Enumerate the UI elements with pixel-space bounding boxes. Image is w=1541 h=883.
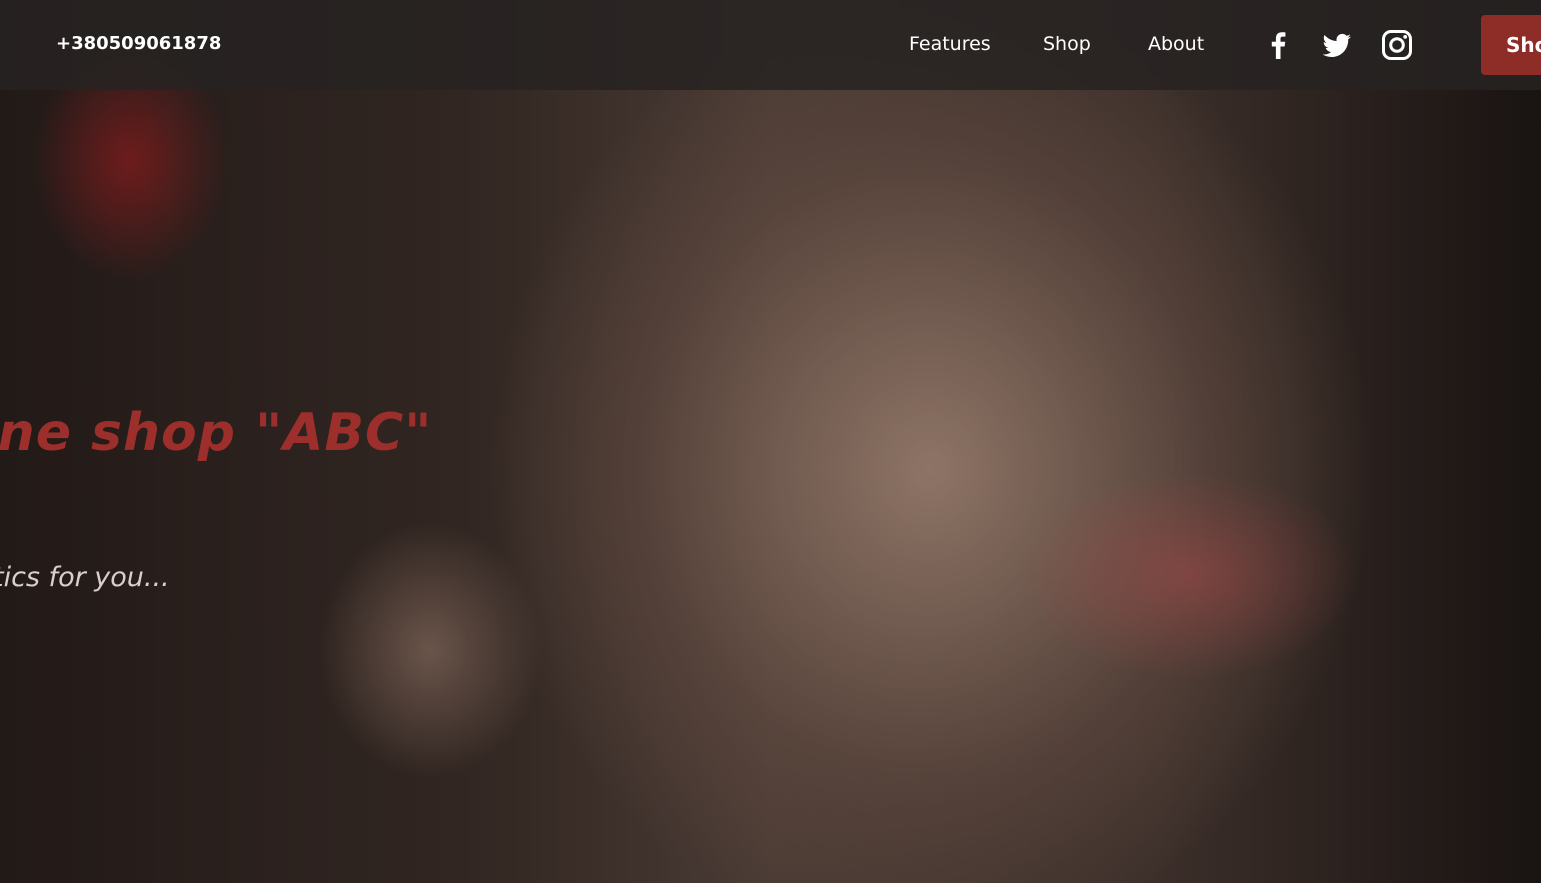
hero-section: nline shop "ABC" smetics for you... xyxy=(0,0,1541,883)
facebook-icon[interactable] xyxy=(1261,28,1295,62)
nav-link-shop[interactable]: Shop xyxy=(1043,31,1091,57)
phone-number-link[interactable]: +380509061878 xyxy=(56,31,221,57)
nav-link-features[interactable]: Features xyxy=(909,31,991,57)
top-navbar: +380509061878 Features Shop About Sho xyxy=(0,0,1541,90)
hero-subtitle: smetics for you... xyxy=(0,562,170,593)
shop-now-button[interactable]: Sho xyxy=(1481,15,1541,75)
instagram-icon[interactable] xyxy=(1380,28,1414,62)
hero-title: nline shop "ABC" xyxy=(0,403,433,463)
twitter-icon[interactable] xyxy=(1320,28,1354,62)
nav-link-about[interactable]: About xyxy=(1148,31,1204,57)
